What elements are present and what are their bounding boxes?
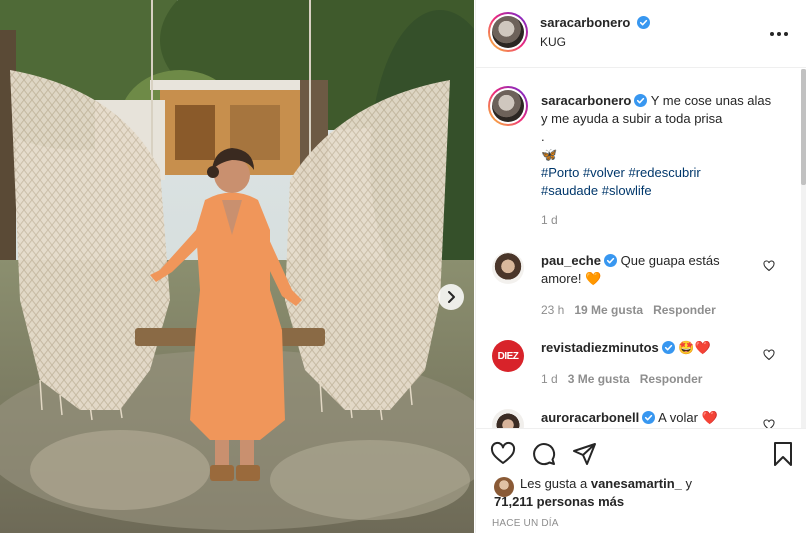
post-photo[interactable] [0,0,474,533]
post-actions: Les gusta a vanesamartin_ y 71,211 perso… [476,428,806,533]
butterfly-emoji: 🦋 [541,147,558,162]
caption: saracarbonero Y me cose unas alas y me a… [541,92,781,200]
post-header: saracarbonero KUG [476,0,806,68]
caption-dot: . [541,129,545,144]
comment-item: DIEZ revistadiezminutos 🤩❤️ 1 d 3 Me gus… [492,340,792,400]
commenter-avatar[interactable] [492,409,524,428]
comment-body: revistadiezminutos 🤩❤️ [541,339,761,357]
comments-scrollbar[interactable] [801,69,806,428]
share-icon[interactable] [572,441,598,467]
heart-icon[interactable] [490,441,516,467]
chevron-right-icon [448,291,455,303]
post-timestamp[interactable]: HACE UN DÍA [492,518,559,529]
hashtag[interactable]: #slowlife [602,183,652,198]
likes-summary: Les gusta a vanesamartin_ y [520,475,692,493]
comment-icon[interactable] [531,441,557,467]
commenter-avatar[interactable]: DIEZ [492,340,524,372]
comment-item: auroracarbonell A volar ❤️ [492,409,792,428]
comments-list[interactable]: saracarbonero Y me cose unas alas y me a… [476,69,802,428]
hashtag[interactable]: #Porto [541,165,579,180]
hashtag[interactable]: #redescubrir [628,165,700,180]
post-side-panel: saracarbonero KUG saracarbonero Y me cos… [475,0,806,533]
likes-others: 71,211 personas más [494,493,624,511]
hashtag[interactable]: #volver [583,165,625,180]
bookmark-icon[interactable] [770,441,796,467]
comment-age[interactable]: 1 d [541,372,558,386]
photo-illustration [0,0,474,533]
verified-badge-icon [661,341,675,354]
hashtag[interactable]: #saudade [541,183,598,198]
verified-badge-icon [603,254,617,267]
orange-heart-emoji: 🧡 [585,271,602,286]
comment-meta: 23 h 19 Me gusta Responder [541,303,716,317]
comment-username[interactable]: auroracarbonell [541,410,639,425]
comment-meta: 1 d 3 Me gusta Responder [541,372,702,386]
comment-item: pau_eche Que guapa estás amore! 🧡 23 h 1… [492,252,792,322]
likes-connector: y [685,476,693,491]
verified-badge-icon [642,411,656,424]
comment-emoji: 🤩❤️ [678,340,711,355]
comment-body: pau_eche Que guapa estás amore! 🧡 [541,252,761,288]
author-avatar[interactable] [488,12,528,52]
comment-likes[interactable]: 3 Me gusta [568,372,630,386]
reply-button[interactable]: Responder [640,372,703,386]
author-username[interactable]: saracarbonero [540,15,630,30]
comment-age[interactable]: 23 h [541,303,564,317]
verified-badge-icon [636,16,650,29]
comment-text: A volar [658,410,698,425]
commenter-avatar[interactable] [492,252,524,284]
scrollbar-thumb[interactable] [801,69,806,185]
post-location[interactable]: KUG [540,35,566,49]
diez-logo-text: DIEZ [497,350,519,362]
comment-like-heart-icon[interactable] [763,419,775,428]
reply-button[interactable]: Responder [653,303,716,317]
likes-prefix: Les gusta a [520,476,588,491]
comment-body: auroracarbonell A volar ❤️ [541,409,761,427]
next-photo-button[interactable] [438,284,464,310]
comment-likes[interactable]: 19 Me gusta [574,303,643,317]
liker-username[interactable]: vanesamartin_ [591,476,682,491]
likes-count[interactable]: 71,211 personas más [494,494,624,509]
comment-like-heart-icon[interactable] [763,260,775,272]
verified-badge-icon [634,94,648,107]
more-dots-icon[interactable] [768,24,790,44]
comment-username[interactable]: revistadiezminutos [541,340,659,355]
red-heart-emoji: ❤️ [701,410,718,425]
caption-age[interactable]: 1 d [541,213,558,227]
comment-like-heart-icon[interactable] [763,349,775,361]
comment-username[interactable]: pau_eche [541,253,601,268]
caption-username[interactable]: saracarbonero [541,93,631,108]
caption-avatar[interactable] [488,86,528,126]
